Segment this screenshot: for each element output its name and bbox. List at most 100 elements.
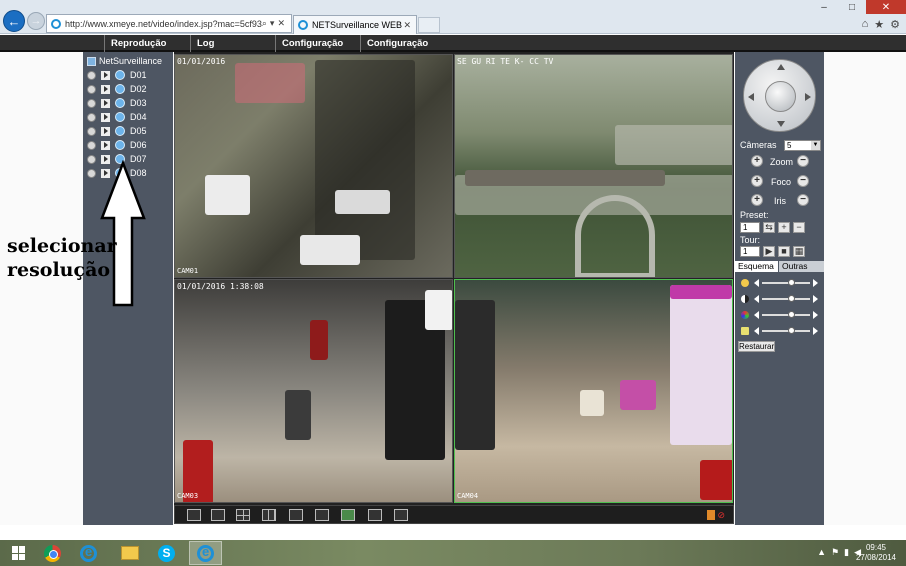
ptz-direction-pad[interactable] bbox=[743, 59, 816, 132]
pan-down-icon[interactable] bbox=[777, 121, 785, 127]
taskbar-clock[interactable]: 09:45 27/08/2014 bbox=[856, 543, 896, 563]
channel-row[interactable]: D01 bbox=[87, 69, 147, 81]
slider-track[interactable] bbox=[762, 314, 810, 316]
record-dot-icon[interactable] bbox=[87, 112, 96, 122]
video-cell-2[interactable]: SE GU RI TE K- CC TV bbox=[454, 54, 733, 278]
menu-playback[interactable]: Reprodução bbox=[104, 35, 192, 52]
maximize-icon[interactable]: □ bbox=[838, 0, 866, 14]
video-cell-1[interactable]: 01/01/2016 CAM01 bbox=[174, 54, 453, 278]
flag-icon[interactable]: ⚑ bbox=[831, 547, 839, 558]
increase-arrow-icon[interactable] bbox=[813, 311, 818, 319]
increase-arrow-icon[interactable] bbox=[813, 295, 818, 303]
channel-row[interactable]: D06 bbox=[87, 139, 147, 151]
back-arrow-icon[interactable]: ← bbox=[3, 10, 25, 32]
channel-row[interactable]: D04 bbox=[87, 111, 147, 123]
tour-play-icon[interactable]: ▶ bbox=[763, 246, 775, 257]
tour-stop-icon[interactable]: ■ bbox=[778, 246, 790, 257]
taskbar-chrome[interactable] bbox=[36, 541, 69, 565]
new-tab-button[interactable] bbox=[418, 17, 440, 33]
ptz-center-button[interactable] bbox=[765, 81, 796, 112]
zoom-out-icon[interactable]: − bbox=[797, 155, 809, 167]
volume-icon[interactable] bbox=[707, 510, 715, 520]
slider-knob[interactable] bbox=[787, 311, 795, 318]
camera-select[interactable]: 5 ▼ bbox=[784, 140, 821, 151]
record-dot-icon[interactable] bbox=[87, 70, 96, 80]
record-dot-icon[interactable] bbox=[87, 98, 96, 108]
play-icon[interactable] bbox=[101, 112, 110, 122]
close-all-icon[interactable] bbox=[394, 509, 408, 521]
favorites-star-icon[interactable]: ★ bbox=[874, 18, 884, 31]
snapshot-icon[interactable] bbox=[341, 509, 355, 521]
open-all-icon[interactable] bbox=[368, 509, 382, 521]
record-dot-icon[interactable] bbox=[87, 126, 96, 136]
browser-tab[interactable]: NETSurveillance WEB ✕ bbox=[293, 15, 417, 34]
minimize-icon[interactable]: – bbox=[810, 0, 838, 14]
record-dot-icon[interactable] bbox=[87, 154, 96, 164]
decrease-arrow-icon[interactable] bbox=[754, 327, 759, 335]
pan-up-icon[interactable] bbox=[777, 64, 785, 70]
dropdown-arrow-icon[interactable]: ▼ bbox=[811, 141, 820, 150]
slider-track[interactable] bbox=[762, 282, 810, 284]
decrease-arrow-icon[interactable] bbox=[754, 295, 759, 303]
start-button[interactable] bbox=[2, 541, 35, 565]
channel-row[interactable]: D02 bbox=[87, 83, 147, 95]
record-dot-icon[interactable] bbox=[87, 140, 96, 150]
play-icon[interactable] bbox=[101, 70, 110, 80]
forward-arrow-icon[interactable]: → bbox=[27, 12, 45, 30]
tab-close-icon[interactable]: ✕ bbox=[403, 20, 411, 31]
settings-gear-icon[interactable]: ⚙ bbox=[890, 18, 900, 31]
hue-slider[interactable] bbox=[741, 326, 821, 336]
layout-4-icon[interactable] bbox=[236, 509, 250, 521]
close-window-icon[interactable]: ✕ bbox=[866, 0, 906, 14]
tab-others[interactable]: Outras bbox=[779, 261, 824, 272]
record-dot-icon[interactable] bbox=[87, 168, 96, 178]
taskbar-skype[interactable]: S bbox=[150, 541, 183, 565]
record-all-icon[interactable] bbox=[289, 509, 303, 521]
taskbar-ie[interactable] bbox=[72, 541, 105, 565]
preset-add-icon[interactable]: + bbox=[778, 222, 790, 233]
stop-record-icon[interactable] bbox=[315, 509, 329, 521]
pan-right-icon[interactable] bbox=[805, 93, 811, 101]
increase-arrow-icon[interactable] bbox=[813, 279, 818, 287]
play-icon[interactable] bbox=[101, 84, 110, 94]
preset-input[interactable]: 1 bbox=[740, 222, 760, 233]
pan-left-icon[interactable] bbox=[748, 93, 754, 101]
decrease-arrow-icon[interactable] bbox=[754, 311, 759, 319]
tab-scheme[interactable]: Esquema bbox=[735, 261, 778, 272]
slider-track[interactable] bbox=[762, 330, 810, 332]
play-icon[interactable] bbox=[101, 98, 110, 108]
focus-minus-icon[interactable]: − bbox=[797, 175, 809, 187]
brightness-slider[interactable] bbox=[741, 278, 821, 288]
iris-plus-icon[interactable]: + bbox=[751, 194, 763, 206]
zoom-in-icon[interactable]: + bbox=[751, 155, 763, 167]
contrast-slider[interactable] bbox=[741, 294, 821, 304]
layout-9-icon[interactable] bbox=[262, 509, 276, 521]
video-cell-3[interactable]: 01/01/2016 1:38:08 CAM03 bbox=[174, 279, 453, 503]
menu-local-config[interactable]: Configuração local bbox=[360, 35, 452, 66]
slider-knob[interactable] bbox=[787, 295, 795, 302]
layout-1-icon[interactable] bbox=[211, 509, 225, 521]
address-bar[interactable]: http://www.xmeye.net/video/index.jsp?mac… bbox=[46, 14, 292, 33]
preset-go-icon[interactable]: ⇆ bbox=[763, 222, 775, 233]
show-hidden-icons[interactable]: ▲ bbox=[817, 547, 826, 558]
tour-grid-icon[interactable]: ▦ bbox=[793, 246, 805, 257]
device-tree-title[interactable]: NetSurveillance bbox=[87, 56, 162, 66]
tour-input[interactable]: 1 bbox=[740, 246, 760, 257]
slider-knob[interactable] bbox=[787, 279, 795, 286]
focus-plus-icon[interactable]: + bbox=[751, 175, 763, 187]
play-icon[interactable] bbox=[101, 126, 110, 136]
channel-row[interactable]: D05 bbox=[87, 125, 147, 137]
play-icon[interactable] bbox=[101, 140, 110, 150]
increase-arrow-icon[interactable] bbox=[813, 327, 818, 335]
channel-row[interactable]: D03 bbox=[87, 97, 147, 109]
taskbar-ie-active[interactable] bbox=[189, 541, 222, 565]
mute-icon[interactable]: ⊘ bbox=[717, 510, 725, 521]
iris-minus-icon[interactable]: − bbox=[797, 194, 809, 206]
taskbar-explorer[interactable] bbox=[113, 541, 146, 565]
search-refresh-icons[interactable]: ⌕▾✕ bbox=[262, 18, 291, 29]
restore-button[interactable]: Restaurar bbox=[738, 341, 775, 352]
menu-dvr-config[interactable]: Configuração DVR bbox=[275, 35, 359, 66]
home-icon[interactable]: ⌂ bbox=[862, 18, 869, 31]
fullscreen-icon[interactable] bbox=[187, 509, 201, 521]
record-dot-icon[interactable] bbox=[87, 84, 96, 94]
